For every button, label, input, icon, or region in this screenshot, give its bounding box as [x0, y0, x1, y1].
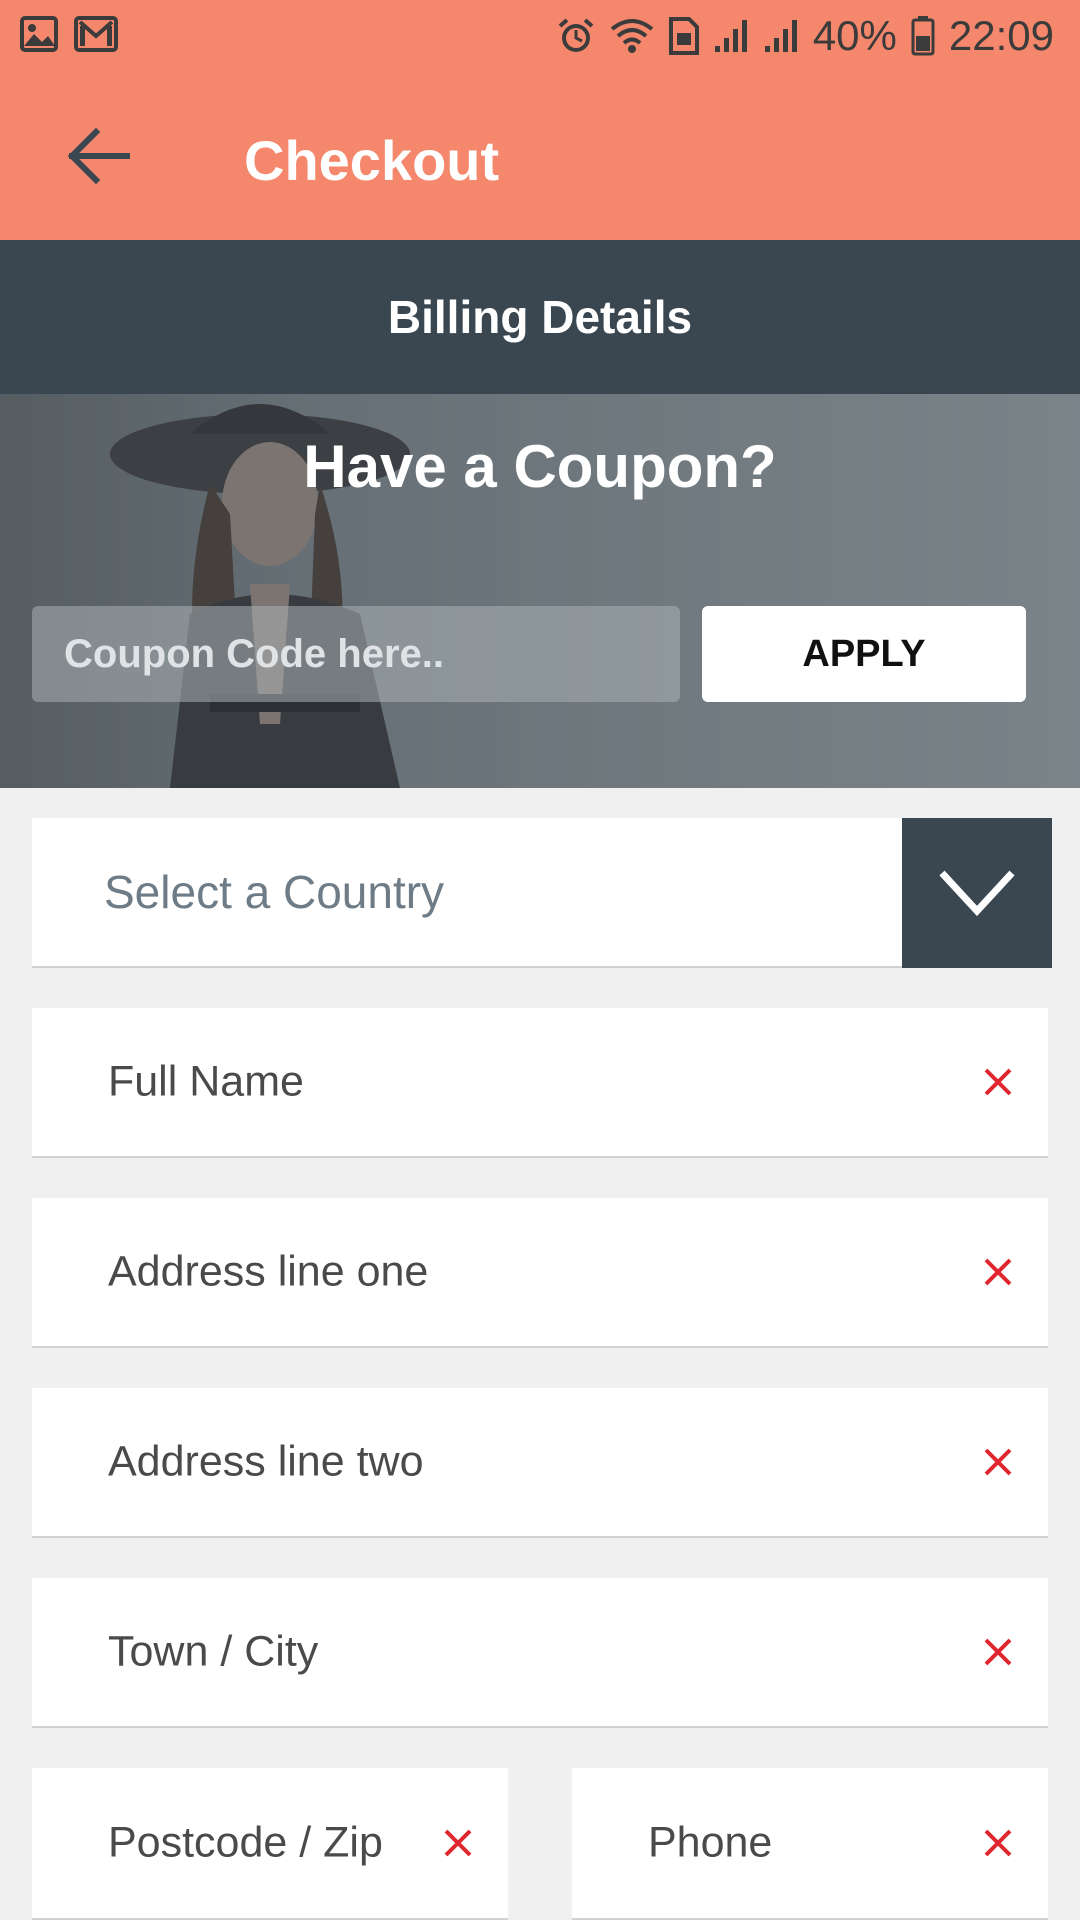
- battery-percent: 40%: [812, 12, 897, 59]
- signal-icon: [763, 18, 799, 54]
- sim-icon: [668, 17, 699, 55]
- arrow-back-icon: [67, 128, 130, 184]
- clear-icon[interactable]: [978, 1442, 1018, 1482]
- country-dropdown-button[interactable]: [902, 818, 1052, 968]
- page-title: Checkout: [244, 129, 500, 192]
- status-bar: 40% 22:09: [0, 0, 1080, 72]
- coupon-title: Have a Coupon?: [303, 433, 777, 500]
- phone-field[interactable]: Phone: [572, 1768, 1048, 1920]
- app-bar: Checkout: [0, 72, 1080, 240]
- signal-icon: [713, 18, 749, 54]
- system-status: 40% 22:09: [557, 10, 1054, 62]
- country-select[interactable]: Select a Country: [32, 818, 1052, 968]
- address-two-label: Address line two: [108, 1437, 424, 1486]
- section-header: Billing Details: [0, 240, 1080, 394]
- clock: 22:09: [948, 12, 1054, 59]
- full-name-field[interactable]: Full Name: [32, 1008, 1048, 1158]
- address-one-label: Address line one: [108, 1247, 429, 1296]
- clear-icon[interactable]: [438, 1823, 478, 1863]
- chevron-down-icon: [939, 870, 1015, 917]
- full-name-label: Full Name: [108, 1057, 304, 1106]
- address-two-field[interactable]: Address line two: [32, 1388, 1048, 1538]
- alarm-icon: [557, 17, 595, 55]
- phone-label: Phone: [648, 1818, 773, 1867]
- apply-button[interactable]: APPLY: [702, 606, 1026, 702]
- town-city-label: Town / City: [108, 1627, 319, 1676]
- clear-icon[interactable]: [978, 1823, 1018, 1863]
- postcode-label: Postcode / Zip: [108, 1818, 383, 1867]
- battery-icon: [911, 16, 935, 56]
- back-button[interactable]: [56, 122, 140, 190]
- image-icon: [20, 16, 58, 52]
- town-city-field[interactable]: Town / City: [32, 1578, 1048, 1728]
- address-one-field[interactable]: Address line one: [32, 1198, 1048, 1348]
- clear-icon[interactable]: [978, 1632, 1018, 1672]
- coupon-banner: Have a Coupon? APPLY: [0, 394, 1080, 788]
- clear-icon[interactable]: [978, 1062, 1018, 1102]
- country-placeholder: Select a Country: [104, 866, 445, 918]
- clear-icon[interactable]: [978, 1252, 1018, 1292]
- wifi-icon: [609, 17, 655, 55]
- notification-icons: [20, 16, 118, 52]
- coupon-code-input[interactable]: [32, 606, 680, 702]
- postcode-field[interactable]: Postcode / Zip: [32, 1768, 508, 1920]
- gmail-icon: [74, 16, 118, 52]
